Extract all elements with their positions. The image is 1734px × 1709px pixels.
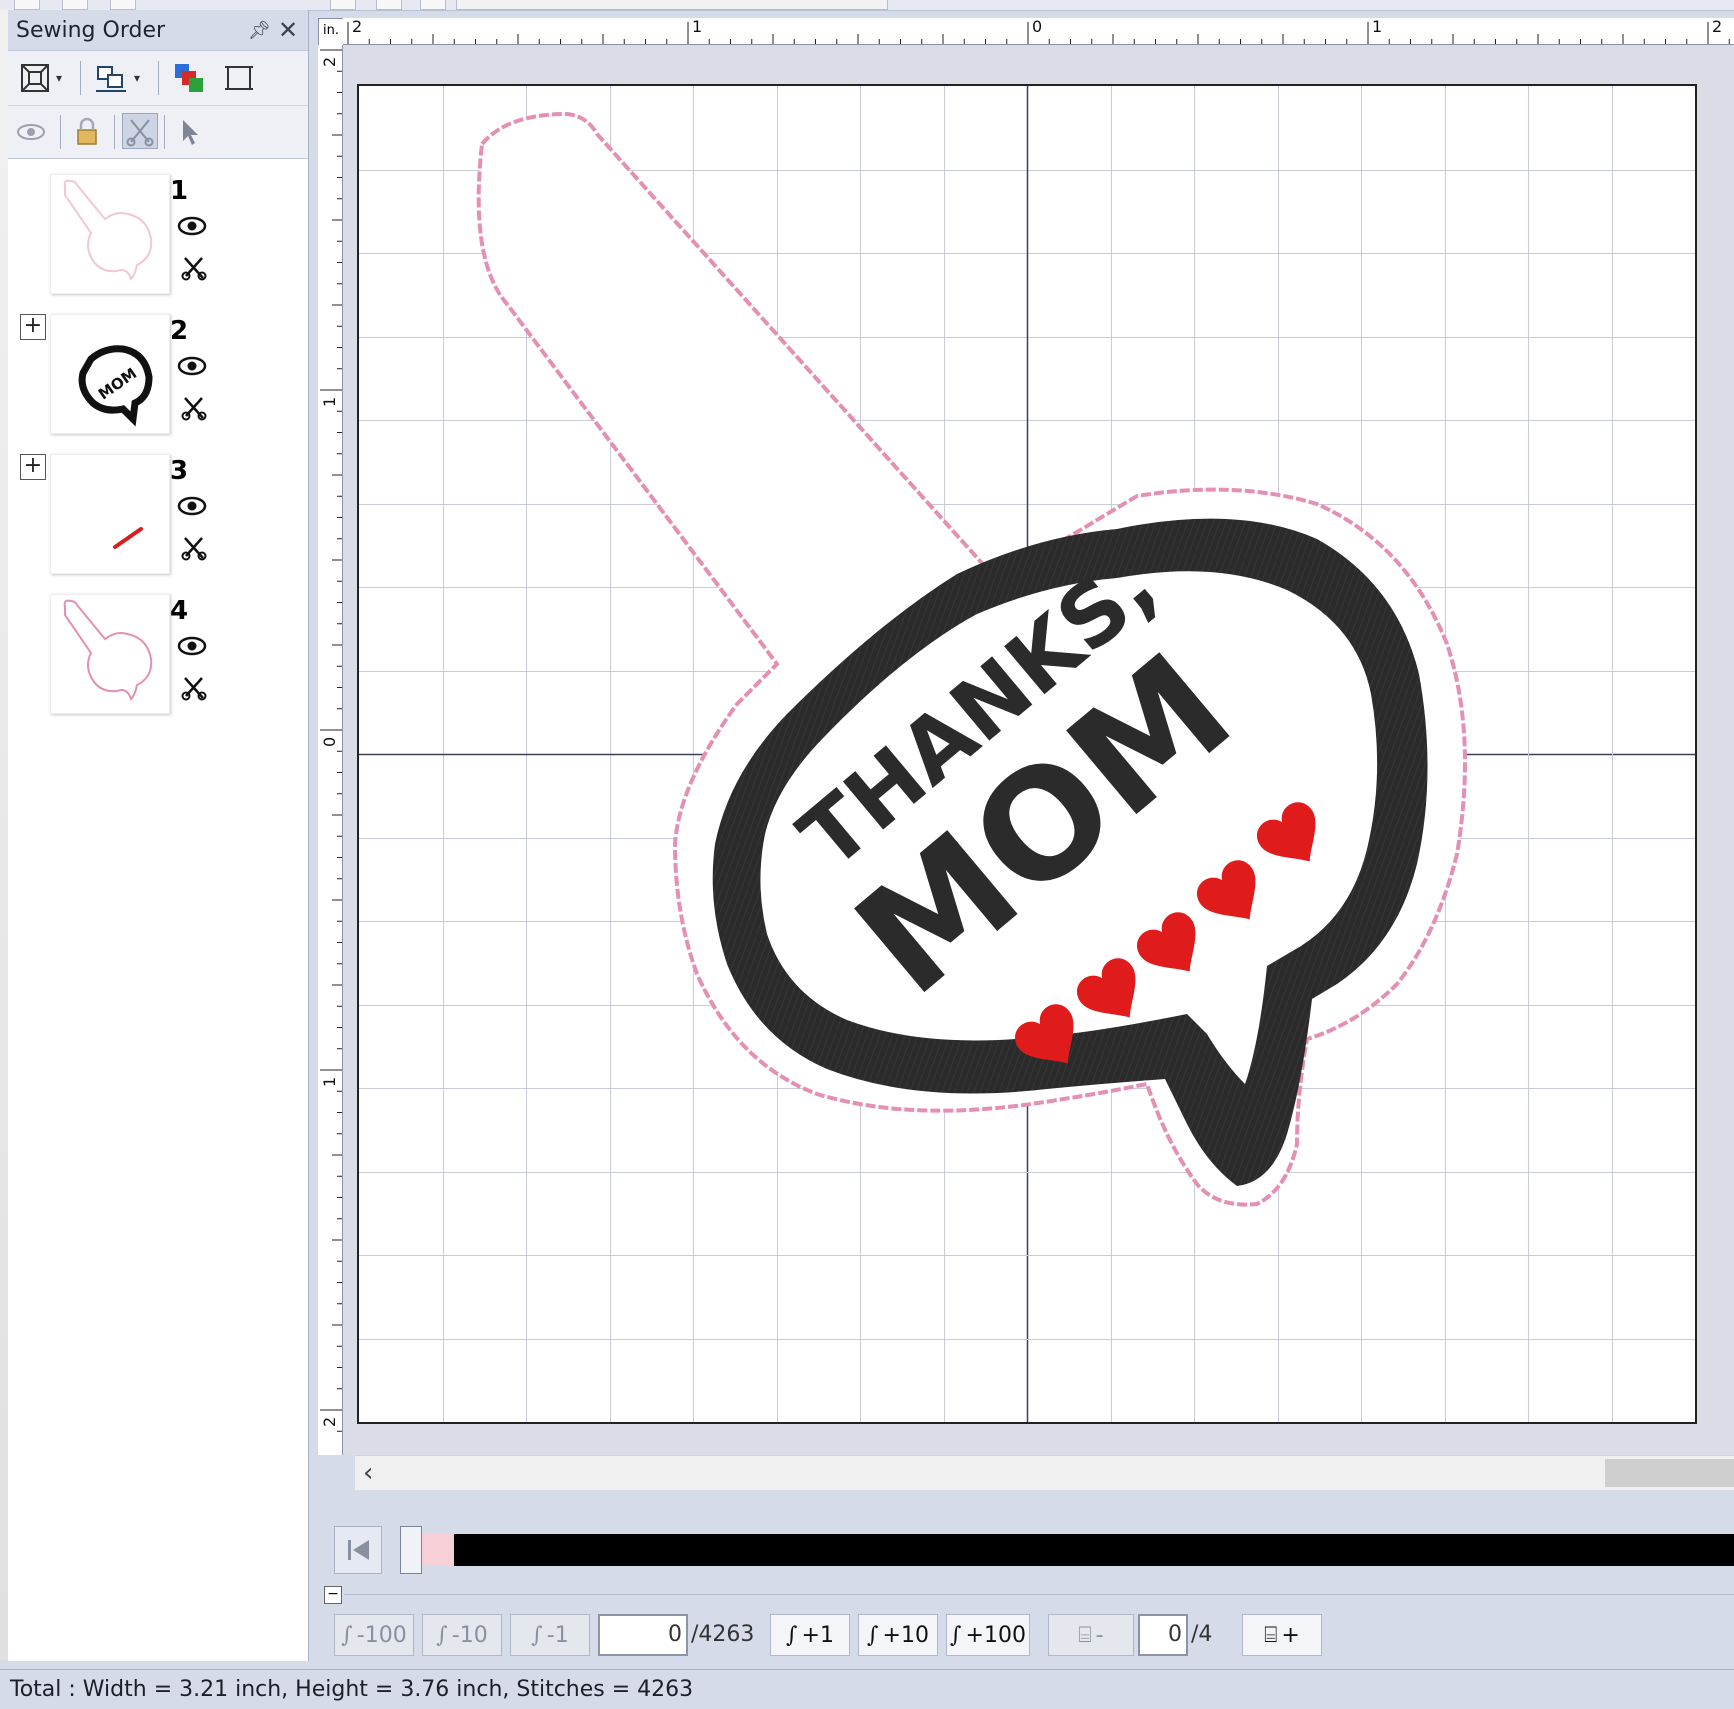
embroidery-design[interactable]: THANKS, MOM (357, 84, 1697, 1424)
needle-icon: ∫ (531, 1623, 543, 1648)
item-number: 4 (170, 596, 189, 626)
sewing-item[interactable]: 1 (8, 166, 308, 296)
expand-icon[interactable]: + (20, 454, 46, 480)
color-number-input[interactable]: 0 (1138, 1614, 1188, 1656)
panel-toolbar-bottom (8, 106, 308, 159)
panel-title: Sewing Order (16, 18, 166, 43)
eye-icon[interactable] (176, 634, 208, 658)
toolbar-button[interactable] (14, 0, 40, 10)
ruler-label: 2 (320, 57, 339, 67)
scroll-left-icon[interactable]: ‹ (363, 1458, 391, 1488)
ruler-label: 1 (320, 397, 339, 407)
needle-icon: ∫ (867, 1623, 879, 1648)
needle-icon: ∫ (950, 1623, 962, 1648)
ruler-unit-label: in. (318, 18, 344, 46)
forward-1-button[interactable]: ∫ +1 (770, 1614, 850, 1656)
panel-toolbar-top: ▾ ▾ (8, 51, 308, 106)
chevron-down-icon[interactable]: ▾ (134, 71, 146, 85)
divider (344, 1594, 1734, 1595)
item-number: 3 (170, 456, 189, 486)
scissors-icon[interactable] (180, 254, 208, 282)
embroidery-app: Sewing Order 📌︎ ✕ ▾ ▾ 1 + MOM 2 + 3 4 in… (0, 0, 1734, 1709)
next-color-button[interactable]: ⌸ + (1242, 1614, 1322, 1656)
sewing-item[interactable]: + MOM 2 (8, 306, 308, 436)
toolbar-button[interactable] (420, 0, 446, 10)
toolbar-button[interactable] (376, 0, 402, 10)
toolbar-button[interactable] (330, 0, 356, 10)
panel-header: Sewing Order 📌︎ ✕ (8, 10, 308, 51)
stitch-number-input[interactable]: 0 (598, 1614, 688, 1656)
ruler-label: 1 (320, 1077, 339, 1087)
ruler-label: 0 (1032, 18, 1042, 36)
ruler-label: 2 (352, 18, 362, 36)
color-layers-icon[interactable] (172, 61, 206, 95)
select-arrow-icon[interactable] (172, 115, 206, 149)
lock-icon[interactable] (70, 115, 104, 149)
collapse-icon[interactable]: − (324, 1586, 342, 1604)
ruler-label: 1 (1372, 18, 1382, 36)
toolbar-separator (80, 61, 81, 95)
color-total-label: /4 (1191, 1622, 1213, 1647)
ruler-label: 1 (692, 18, 702, 36)
status-bar: Total : Width = 3.21 inch, Height = 3.76… (0, 1669, 1734, 1709)
toolbar-separator (114, 115, 115, 149)
previous-color-button[interactable]: ⌸ - (1048, 1614, 1134, 1656)
horizontal-scrollbar[interactable]: ‹ (355, 1455, 1734, 1490)
hoop-frame-icon[interactable] (222, 61, 256, 95)
skip-start-icon (348, 1540, 369, 1560)
trim-scissors-icon[interactable] (122, 113, 158, 149)
scissors-icon[interactable] (180, 674, 208, 702)
item-number: 2 (170, 316, 189, 346)
eye-icon[interactable] (176, 494, 208, 518)
sewing-item[interactable]: 4 (8, 586, 308, 716)
vertical-ruler: 2 1 0 1 2 (318, 45, 343, 1455)
needle-icon: ∫ (341, 1623, 353, 1648)
toolbar-separator (158, 61, 159, 95)
hoop-frame-icon: ⌸ (1264, 1623, 1278, 1648)
toolbar-button[interactable] (110, 0, 136, 10)
eye-icon[interactable] (14, 115, 48, 149)
toolbar-field[interactable] (456, 0, 888, 10)
stitch-slider-handle[interactable] (400, 1526, 422, 1574)
sewing-item[interactable]: + 3 (8, 446, 308, 576)
ruler-label: 2 (1712, 18, 1722, 36)
item-number: 1 (170, 176, 189, 206)
stitch-simulator: − ∫ -100 ∫ -10 ∫ -1 0 /4263 ∫ +1 ∫ +10 ∫ +100 … (318, 1490, 1734, 1660)
close-icon[interactable]: ✕ (276, 18, 300, 42)
scissors-icon[interactable] (180, 394, 208, 422)
go-to-start-button[interactable] (334, 1526, 382, 1574)
expand-icon[interactable]: + (20, 314, 46, 340)
ruler-label: 2 (320, 1417, 339, 1427)
sewing-order-panel: Sewing Order 📌︎ ✕ ▾ ▾ 1 + MOM 2 + 3 4 (8, 10, 309, 1661)
item-thumbnail[interactable] (50, 594, 170, 714)
item-thumbnail[interactable] (50, 174, 170, 294)
svg-text:MOM: MOM (95, 364, 140, 403)
fit-view-icon[interactable] (18, 61, 52, 95)
eye-icon[interactable] (176, 354, 208, 378)
item-thumbnail[interactable]: MOM (50, 314, 170, 434)
eye-icon[interactable] (176, 214, 208, 238)
back-100-button[interactable]: ∫ -100 (334, 1614, 414, 1656)
toolbar-separator (60, 115, 61, 149)
chevron-down-icon[interactable]: ▾ (56, 71, 68, 85)
horizontal-ruler: 2 1 0 1 2 (343, 17, 1734, 45)
back-10-button[interactable]: ∫ -10 (422, 1614, 502, 1656)
group-objects-icon[interactable] (94, 61, 128, 95)
hoop-frame-icon: ⌸ (1078, 1623, 1092, 1648)
stitch-progress-bar[interactable] (400, 1534, 1734, 1566)
needle-icon: ∫ (436, 1623, 448, 1648)
ruler-label: 0 (320, 737, 339, 747)
stitch-total-label: /4263 (691, 1622, 755, 1647)
scissors-icon[interactable] (180, 534, 208, 562)
toolbar-separator (164, 115, 165, 149)
pin-icon[interactable]: 📌︎ (248, 20, 271, 42)
back-1-button[interactable]: ∫ -1 (510, 1614, 590, 1656)
forward-100-button[interactable]: ∫ +100 (946, 1614, 1030, 1656)
item-thumbnail[interactable] (50, 454, 170, 574)
scrollbar-thumb[interactable] (1605, 1459, 1734, 1487)
needle-icon: ∫ (786, 1623, 798, 1648)
toolbar-button[interactable] (62, 0, 88, 10)
forward-10-button[interactable]: ∫ +10 (858, 1614, 938, 1656)
